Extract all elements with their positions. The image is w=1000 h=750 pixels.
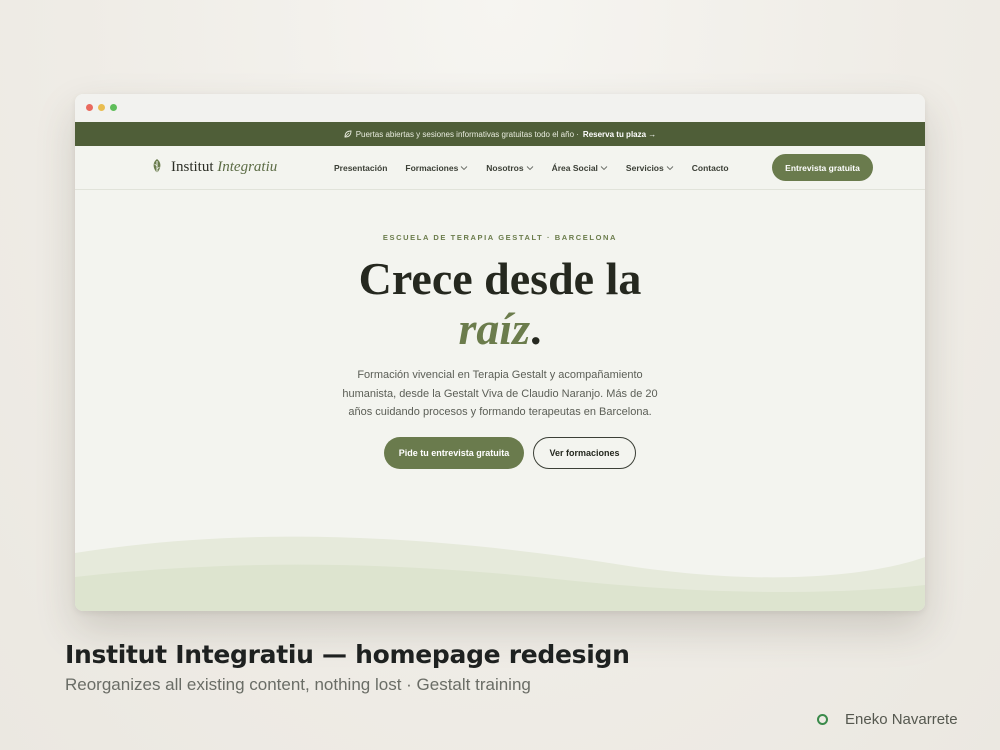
hero-eyebrow: ESCUELA DE TERAPIA GESTALT · BARCELONA (382, 233, 618, 242)
announcement-bar: Puertas abiertas y sesiones informativas… (75, 122, 925, 146)
chevron-down-icon (666, 166, 674, 171)
nav-item-area-social[interactable]: Área Social (552, 163, 608, 173)
leaf-logo-icon (153, 159, 161, 175)
chevron-down-icon (600, 166, 608, 171)
free-interview-button[interactable]: Entrevista gratuita (772, 154, 873, 181)
nav-item-servicios[interactable]: Servicios (626, 163, 674, 173)
chevron-down-icon (460, 166, 468, 171)
nav-item-nosotros[interactable]: Nosotros (486, 163, 533, 173)
hero-description: Formación vivencial en Terapia Gestalt y… (342, 369, 658, 418)
close-window-button[interactable] (86, 104, 93, 111)
caption-subtitle: Reorganizes all existing content, nothin… (65, 675, 531, 694)
minimize-window-button[interactable] (98, 104, 105, 111)
author-credit: Eneko Navarrete (816, 711, 958, 728)
maximize-window-button[interactable] (110, 104, 117, 111)
brand-name: Institut Integratiu (171, 158, 278, 175)
caption-title: Institut Integratiu — homepage redesign (65, 640, 630, 669)
nav-item-formaciones[interactable]: Formaciones (405, 163, 468, 173)
reserve-spot-link[interactable]: Reserva tu plaza → (583, 130, 656, 139)
nav-item-contacto[interactable]: Contacto (692, 163, 729, 173)
decorative-waves (75, 536, 925, 611)
nav-item-presentacion[interactable]: Presentación (334, 163, 387, 173)
hero-section: ESCUELA DE TERAPIA GESTALT · BARCELONA C… (75, 190, 925, 611)
leaf-icon (344, 130, 352, 138)
window-titlebar (75, 94, 925, 122)
hero-headline: Crece desde la raíz. (75, 254, 925, 354)
browser-window: Puertas abiertas y sesiones informativas… (75, 94, 925, 611)
main-navigation: Presentación Formaciones Nosotros Área S… (334, 146, 729, 190)
site-header: Institut Integratiu Presentación Formaci… (75, 146, 925, 190)
announcement-text: Puertas abiertas y sesiones informativas… (355, 129, 579, 139)
circle-icon (817, 714, 828, 725)
headline-line-1: Crece desde la (358, 253, 642, 304)
author-name: Eneko Navarrete (845, 711, 958, 728)
site-logo[interactable]: Institut Integratiu (151, 158, 277, 176)
view-courses-button[interactable]: Ver formaciones (533, 437, 636, 469)
headline-line-2: raíz. (458, 303, 542, 354)
request-interview-button[interactable]: Pide tu entrevista gratuita (384, 437, 524, 469)
chevron-down-icon (526, 166, 533, 171)
